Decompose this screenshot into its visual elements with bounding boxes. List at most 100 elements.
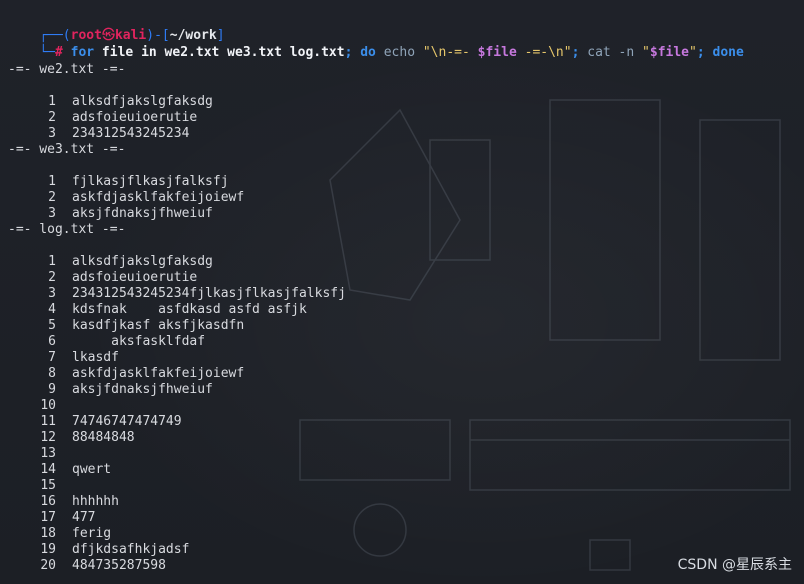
line-text: lkasdf	[72, 350, 119, 365]
line-text: fjlkasjflkasjfalksfj	[72, 174, 229, 189]
output-line: 3 234312543245234fjlkasjflkasjfalksfj	[8, 286, 346, 302]
line-number: 8	[48, 366, 56, 381]
line-number: 2	[48, 270, 56, 285]
line-number: 1	[48, 254, 56, 269]
line-number: 9	[48, 382, 56, 397]
line-number: 1	[48, 174, 56, 189]
line-text: 234312543245234	[72, 126, 190, 141]
output-line: 4 kdsfnak asfdkasd asfd asfjk	[8, 302, 307, 318]
cmd-quote-open: "	[634, 45, 650, 60]
line-text: kasdfjkasf aksfjkasdfn	[72, 318, 245, 333]
line-text: hhhhhh	[72, 494, 119, 509]
output-line: 9 aksjfdnaksjfhweiuf	[8, 382, 213, 398]
line-text: aksjfdnaksjfhweiuf	[72, 382, 213, 397]
terminal-window[interactable]: ┌──(root㉿kali)-[~/work] └─# for file in …	[0, 0, 804, 584]
cmd-var-name: file	[94, 45, 142, 60]
output-line: 18 ferig	[8, 526, 111, 542]
line-number: 2	[48, 190, 56, 205]
cmd-do: do	[352, 45, 376, 60]
cmd-for: for	[70, 45, 95, 60]
line-number: 3	[48, 126, 56, 141]
output-line: 11 74746747474749	[8, 414, 182, 430]
line-number: 12	[40, 430, 56, 445]
line-text: aksjfdnaksjfhweiuf	[72, 206, 213, 221]
line-number: 5	[48, 318, 56, 333]
output-line: 2 adsfoieuioerutie	[8, 110, 197, 126]
line-text: aksfasklfdaf	[72, 334, 206, 349]
line-number: 10	[40, 398, 56, 413]
cmd-files: we2.txt we3.txt log.txt	[156, 45, 345, 60]
output-line: 7 lkasdf	[8, 350, 119, 366]
cmd-echo: echo	[375, 45, 416, 60]
line-number: 3	[48, 206, 56, 221]
line-text: askfdjasklfakfeijoiewf	[72, 190, 245, 205]
output-line: 19 dfjkdsafhkjadsf	[8, 542, 189, 558]
csdn-watermark: CSDN @星辰系主	[677, 557, 792, 573]
cmd-file-var-2: $file	[649, 45, 690, 60]
output-line: 3 234312543245234	[8, 126, 189, 142]
line-number: 3	[48, 286, 56, 301]
line-number: 2	[48, 110, 56, 125]
output-line: 1 alksdfjakslgfaksdg	[8, 94, 213, 110]
line-number: 20	[40, 558, 56, 573]
output-line: 8 askfdjasklfakfeijoiewf	[8, 366, 244, 382]
output-line: 2 askfdjasklfakfeijoiewf	[8, 190, 244, 206]
line-text: qwert	[72, 462, 112, 477]
output-line: 6 aksfasklfdaf	[8, 334, 205, 350]
output-line: 14 qwert	[8, 462, 111, 478]
line-number: 14	[40, 462, 56, 477]
line-number: 4	[48, 302, 56, 317]
output-line: 5 kasdfjkasf aksfjkasdfn	[8, 318, 244, 334]
output-line: 13	[8, 446, 72, 462]
cmd-done: done	[704, 45, 744, 60]
line-number: 6	[48, 334, 56, 349]
prompt-corner: └─	[39, 45, 55, 60]
line-number: 18	[40, 526, 56, 541]
line-text: kdsfnak asfdkasd asfd asfjk	[72, 302, 307, 317]
cmd-string-1: "\n-=-	[415, 45, 478, 60]
cmd-quote-close: "	[689, 45, 697, 60]
line-number: 15	[40, 478, 56, 493]
line-number: 1	[48, 94, 56, 109]
line-text: alksdfjakslgfaksdg	[72, 254, 213, 269]
line-text: 234312543245234fjlkasjflkasjfalksfj	[72, 286, 346, 301]
line-number: 19	[40, 542, 56, 557]
line-number: 16	[40, 494, 56, 509]
command-line[interactable]: └─# for file in we2.txt we3.txt log.txt;…	[8, 29, 744, 60]
cmd-in: in	[141, 45, 157, 60]
output-line: 1 fjlkasjflkasjfalksfj	[8, 174, 229, 190]
line-text: askfdjasklfakfeijoiewf	[72, 366, 245, 381]
output-line: 10	[8, 398, 72, 414]
line-text: alksdfjakslgfaksdg	[72, 94, 213, 109]
kali-background-art	[299, 99, 791, 571]
line-text: 477	[72, 510, 96, 525]
cmd-string-2: -=-\n"	[516, 45, 572, 60]
cmd-cat: cat	[579, 45, 611, 60]
line-number: 7	[48, 350, 56, 365]
output-line: 17 477	[8, 510, 95, 526]
line-number: 11	[40, 414, 56, 429]
line-text: adsfoieuioerutie	[72, 270, 198, 285]
output-line: 20 484735287598	[8, 558, 166, 574]
output-line: 15	[8, 478, 72, 494]
output-line: 12 88484848	[8, 430, 135, 446]
output-line: 2 adsfoieuioerutie	[8, 270, 197, 286]
prompt-line-1: ┌──(root㉿kali)-[~/work]	[8, 12, 224, 43]
section-header: -=- we2.txt -=-	[8, 62, 126, 77]
output-line: 1 alksdfjakslgfaksdg	[8, 254, 213, 270]
line-text: 484735287598	[72, 558, 166, 573]
line-number: 13	[40, 446, 56, 461]
line-text: adsfoieuioerutie	[72, 110, 198, 125]
output-line: 3 aksjfdnaksjfhweiuf	[8, 206, 213, 222]
cmd-semicolon-3: ;	[696, 45, 705, 60]
line-text: dfjkdsafhkjadsf	[72, 542, 190, 557]
line-text: ferig	[72, 526, 112, 541]
line-number: 17	[40, 510, 56, 525]
line-text: 88484848	[72, 430, 135, 445]
section-header: -=- log.txt -=-	[8, 222, 126, 237]
section-header: -=- we3.txt -=-	[8, 142, 126, 157]
cmd-file-var-1: $file	[477, 45, 517, 60]
cmd-option-n: -n	[610, 45, 635, 60]
line-text: 74746747474749	[72, 414, 182, 429]
output-line: 16 hhhhhh	[8, 494, 119, 510]
